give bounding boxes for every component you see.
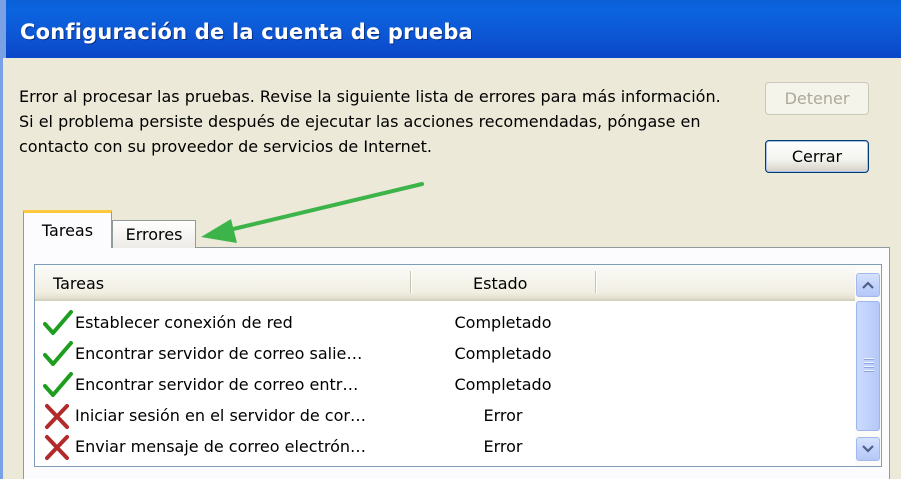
title-bar[interactable]: Configuración de la cuenta de prueba	[3, 0, 901, 58]
task-status: Completado	[454, 344, 552, 363]
grip-line	[864, 358, 874, 360]
tasks-list-view[interactable]: Tareas Estado Establecer conexión de red…	[34, 264, 882, 467]
error-x-icon	[45, 435, 69, 460]
check-icon	[43, 341, 73, 366]
list-item[interactable]: Iniciar sesión en el servidor de cor… Er…	[35, 401, 855, 432]
stop-button[interactable]: Detener	[765, 82, 869, 115]
grip-line	[864, 370, 874, 372]
list-item[interactable]: Encontrar servidor de correo entr… Compl…	[35, 370, 855, 401]
list-header: Tareas Estado	[35, 265, 855, 301]
window-title: Configuración de la cuenta de prueba	[20, 20, 473, 44]
scroll-thumb[interactable]	[856, 301, 880, 431]
tab-tareas[interactable]: Tareas	[23, 210, 112, 248]
task-status: Completado	[454, 313, 552, 332]
dialog-window: Configuración de la cuenta de prueba Err…	[0, 0, 901, 479]
task-name: Establecer conexión de red	[75, 313, 293, 332]
task-name: Enviar mensaje de correo electrón…	[75, 437, 366, 456]
list-item[interactable]: Encontrar servidor de correo salie… Comp…	[35, 339, 855, 370]
column-header-tareas[interactable]: Tareas	[53, 274, 104, 293]
close-button[interactable]: Cerrar	[765, 140, 869, 173]
chevron-down-icon	[862, 445, 874, 453]
list-item[interactable]: Enviar mensaje de correo electrón… Error	[35, 432, 855, 463]
error-message: Error al procesar las pruebas. Revise la…	[19, 87, 721, 156]
column-header-estado[interactable]: Estado	[473, 274, 527, 293]
grip-line	[864, 366, 874, 368]
scroll-down-button[interactable]	[856, 437, 880, 461]
task-name: Encontrar servidor de correo entr…	[75, 375, 359, 394]
list-item[interactable]: Establecer conexión de red Completado	[35, 308, 855, 339]
chevron-up-icon	[862, 281, 874, 289]
grip-line	[864, 362, 874, 364]
tab-errores[interactable]: Errores	[112, 220, 196, 248]
task-status: Completado	[454, 375, 552, 394]
task-name: Iniciar sesión en el servidor de cor…	[75, 406, 366, 425]
error-x-icon	[45, 404, 69, 429]
task-status: Error	[483, 437, 523, 456]
task-status: Error	[483, 406, 523, 425]
check-icon	[43, 310, 73, 335]
check-icon	[43, 372, 73, 397]
vertical-scrollbar[interactable]	[855, 265, 881, 466]
scroll-up-button[interactable]	[856, 273, 880, 297]
task-name: Encontrar servidor de correo salie…	[75, 344, 363, 363]
column-divider[interactable]	[595, 271, 597, 293]
column-divider[interactable]	[410, 271, 412, 293]
